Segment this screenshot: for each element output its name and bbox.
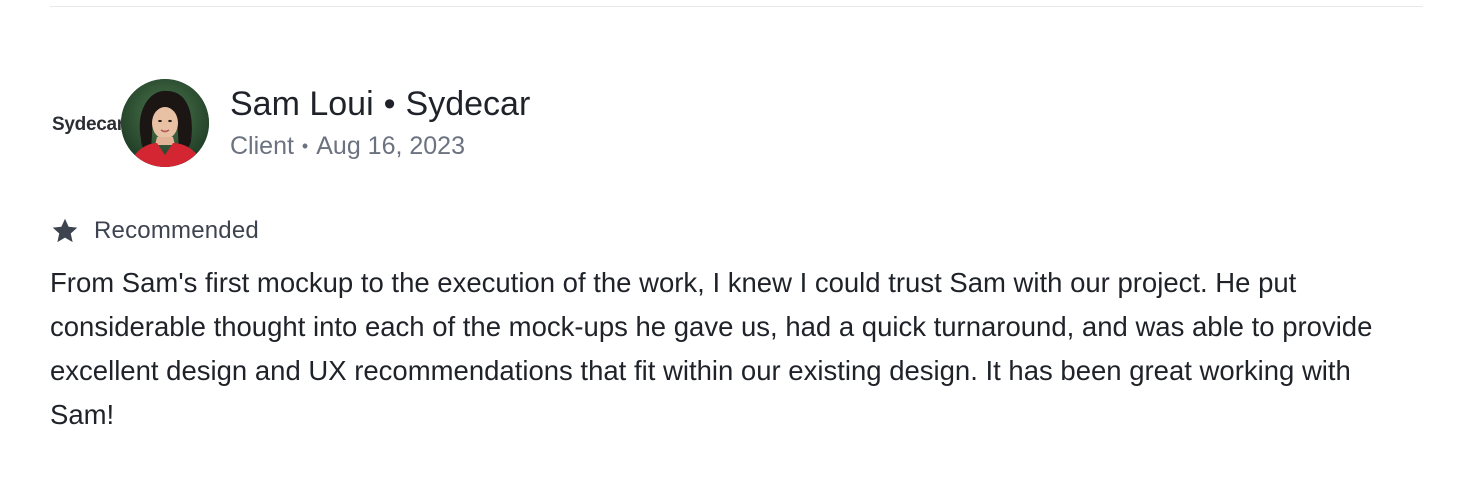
recommended-label: Recommended <box>94 217 259 244</box>
avatar[interactable] <box>121 79 209 167</box>
reviewer-title: Sam Loui • Sydecar <box>230 84 530 124</box>
meta-separator: • <box>301 136 309 156</box>
review-text: From Sam's first mockup to the execution… <box>50 267 1373 430</box>
reviewer-logos: Sydecar <box>50 76 210 168</box>
top-divider <box>50 6 1423 7</box>
reviewer-company[interactable]: Sydecar <box>406 85 531 123</box>
name-separator: • <box>383 85 396 123</box>
reviewer-meta: Client • Aug 16, 2023 <box>230 132 530 160</box>
avatar-image <box>121 79 209 167</box>
review-date: Aug 16, 2023 <box>316 132 465 160</box>
reviewer-role: Client <box>230 132 294 160</box>
company-logo: Sydecar <box>52 114 124 135</box>
reviewer-info: Sam Loui • Sydecar Client • Aug 16, 2023 <box>230 84 530 160</box>
recommended-badge: Recommended <box>50 215 1423 247</box>
review-card: Sydecar Sam Loui • Sydecar Client • Aug … <box>50 76 1423 437</box>
star-icon <box>52 218 78 243</box>
reviewer-name[interactable]: Sam Loui <box>230 85 374 123</box>
review-header: Sydecar Sam Loui • Sydecar Client • Aug … <box>50 76 1423 168</box>
